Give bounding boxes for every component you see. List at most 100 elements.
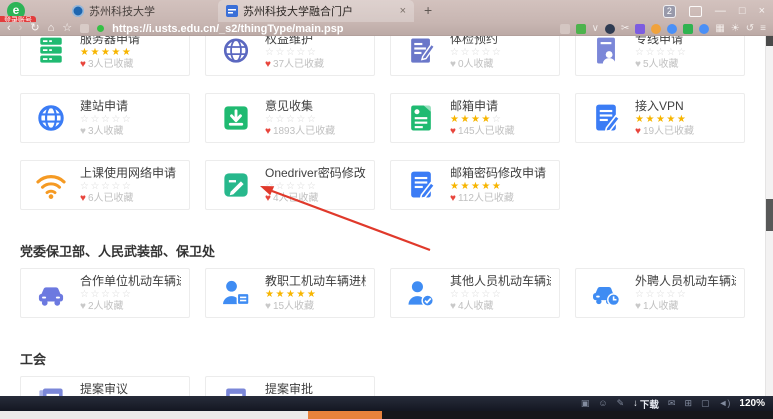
url-text[interactable]: https://i.usts.edu.cn/_s2/thingType/main… bbox=[112, 23, 343, 35]
heart-icon[interactable]: ♥ bbox=[265, 301, 271, 312]
tab-count-badge[interactable]: 2 bbox=[663, 5, 676, 18]
service-card[interactable]: 外聘人员机动车辆进...☆☆☆☆☆♥1人收藏 bbox=[575, 268, 745, 318]
star-rating[interactable]: ☆☆☆☆☆ bbox=[635, 47, 687, 58]
star-filled-icon: ★ bbox=[307, 289, 317, 300]
extension-chip-icon[interactable] bbox=[560, 24, 570, 34]
account-circle-icon[interactable] bbox=[605, 24, 615, 34]
collection-box-icon[interactable] bbox=[689, 6, 702, 17]
service-card[interactable]: 提案审议★★★★★♥ bbox=[20, 376, 190, 396]
star-rating[interactable]: ★★★★★ bbox=[635, 114, 694, 125]
adblock-icon[interactable] bbox=[699, 24, 709, 34]
multi-window-icon[interactable]: ⊞ bbox=[684, 396, 692, 411]
service-card[interactable]: 其他人员机动车辆进...☆☆☆☆☆♥4人收藏 bbox=[390, 268, 560, 318]
heart-icon[interactable]: ♥ bbox=[80, 301, 86, 312]
heart-icon[interactable]: ♥ bbox=[265, 59, 271, 70]
star-filled-icon: ★ bbox=[645, 114, 655, 125]
service-card[interactable]: 体检预约☆☆☆☆☆♥0人收藏 bbox=[390, 36, 560, 76]
speaker-icon[interactable]: ◄) bbox=[719, 396, 731, 411]
star-rating[interactable]: ☆☆☆☆☆ bbox=[450, 47, 502, 58]
fullscreen-icon[interactable]: ▢ bbox=[701, 396, 710, 411]
tab-usts-home[interactable]: 苏州科技大学 bbox=[64, 0, 210, 22]
scrollbar[interactable] bbox=[765, 36, 773, 396]
star-rating[interactable]: ☆☆☆☆☆ bbox=[80, 181, 176, 192]
star-rating[interactable]: ★★★★★ bbox=[80, 47, 140, 58]
feedback-smiley-icon[interactable]: ☺ bbox=[598, 396, 607, 411]
theme-sun-icon[interactable]: ☀ bbox=[731, 23, 740, 35]
new-tab-button[interactable]: + bbox=[424, 2, 432, 18]
star-rating[interactable]: ☆☆☆☆☆ bbox=[265, 181, 366, 192]
scroll-up-arrow[interactable] bbox=[766, 36, 773, 46]
service-card[interactable]: 合作单位机动车辆进...☆☆☆☆☆♥2人收藏 bbox=[20, 268, 190, 318]
service-card[interactable]: 邮箱密码修改申请★★★★★♥112人已收藏 bbox=[390, 160, 560, 210]
heart-icon[interactable]: ♥ bbox=[80, 59, 86, 70]
taskbar-active-app-segment[interactable] bbox=[308, 411, 382, 419]
heart-icon[interactable]: ♥ bbox=[635, 301, 641, 312]
heart-icon[interactable]: ♥ bbox=[450, 301, 456, 312]
taskbar-strip bbox=[0, 411, 773, 419]
star-rating[interactable]: ★★★★☆ bbox=[450, 114, 515, 125]
heart-icon[interactable]: ♥ bbox=[635, 126, 641, 137]
heart-icon[interactable]: ♥ bbox=[80, 126, 86, 137]
history-undo-icon[interactable]: ↺ bbox=[746, 23, 754, 35]
star-rating[interactable]: ★★★★★ bbox=[450, 181, 546, 192]
menu-icon[interactable]: ≡ bbox=[760, 23, 766, 35]
star-empty-icon: ☆ bbox=[645, 289, 655, 300]
zoom-level[interactable]: 120% bbox=[739, 398, 765, 409]
star-rating[interactable]: ☆☆☆☆☆ bbox=[265, 47, 324, 58]
heart-icon[interactable]: ♥ bbox=[450, 59, 456, 70]
points-icon[interactable] bbox=[651, 24, 661, 34]
service-card[interactable]: 邮箱申请★★★★☆♥145人已收藏 bbox=[390, 93, 560, 143]
refresh-icon[interactable]: ↻ bbox=[30, 22, 39, 35]
star-rating[interactable]: ☆☆☆☆☆ bbox=[635, 289, 736, 300]
sync-dot-icon[interactable] bbox=[667, 24, 677, 34]
close-button[interactable]: × bbox=[759, 0, 765, 22]
service-card[interactable]: 服务器申请★★★★★♥3人已收藏 bbox=[20, 36, 190, 76]
card-title: 教职工机动车辆进校... bbox=[265, 274, 366, 288]
star-empty-icon: ☆ bbox=[275, 114, 285, 125]
star-rating[interactable]: ☆☆☆☆☆ bbox=[450, 289, 551, 300]
plant-icon[interactable] bbox=[576, 24, 586, 34]
star-rating[interactable]: ★★★★★ bbox=[265, 289, 366, 300]
service-card[interactable]: 教职工机动车辆进校...★★★★★♥15人收藏 bbox=[205, 268, 375, 318]
scrollbar-thumb[interactable] bbox=[766, 199, 773, 231]
favorite-count: ♥112人已收藏 bbox=[450, 193, 546, 205]
service-card[interactable]: 上课使用网络申请☆☆☆☆☆♥6人已收藏 bbox=[20, 160, 190, 210]
heart-icon[interactable]: ♥ bbox=[80, 193, 86, 204]
forward-icon[interactable]: › bbox=[19, 22, 23, 35]
service-card[interactable]: 接入VPN★★★★★♥19人已收藏 bbox=[575, 93, 745, 143]
mail-icon[interactable]: ✉ bbox=[668, 396, 676, 411]
wechat-icon[interactable] bbox=[683, 24, 693, 34]
download-icon[interactable]: ↓下载 bbox=[633, 397, 659, 411]
heart-icon[interactable]: ♥ bbox=[450, 126, 456, 137]
heart-icon[interactable]: ♥ bbox=[265, 126, 271, 137]
bookmark-star-icon[interactable]: ☆ bbox=[62, 22, 72, 35]
service-card[interactable]: 专线申请☆☆☆☆☆♥5人收藏 bbox=[575, 36, 745, 76]
star-empty-icon: ☆ bbox=[666, 47, 676, 58]
maximize-button[interactable]: □ bbox=[739, 0, 746, 22]
star-rating[interactable]: ☆☆☆☆☆ bbox=[80, 114, 132, 125]
screenshot-scissors-icon[interactable]: ✂ bbox=[621, 23, 629, 35]
service-card[interactable]: 权益维护☆☆☆☆☆♥37人已收藏 bbox=[205, 36, 375, 76]
panel-grid-icon[interactable]: ▣ bbox=[581, 396, 590, 411]
heart-icon[interactable]: ♥ bbox=[265, 193, 271, 204]
star-rating[interactable]: ☆☆☆☆☆ bbox=[265, 114, 335, 125]
tab-close-icon[interactable]: × bbox=[400, 5, 406, 17]
service-card[interactable]: 提案审批☆☆☆☆☆♥ bbox=[205, 376, 375, 396]
star-empty-icon: ☆ bbox=[656, 47, 666, 58]
tab-usts-portal[interactable]: 苏州科技大学融合门户 × bbox=[218, 0, 414, 22]
apps-grid-icon[interactable]: ▦ bbox=[715, 23, 724, 35]
back-icon[interactable]: ‹ bbox=[7, 22, 11, 35]
heart-icon[interactable]: ♥ bbox=[635, 59, 641, 70]
minimize-button[interactable]: — bbox=[715, 0, 726, 22]
home-icon[interactable]: ⌂ bbox=[48, 22, 55, 35]
doc-person-icon bbox=[589, 36, 623, 68]
heart-icon[interactable]: ♥ bbox=[450, 193, 456, 204]
chevron-down-icon[interactable]: ∨ bbox=[592, 23, 599, 35]
star-rating[interactable]: ☆☆☆☆☆ bbox=[80, 289, 181, 300]
logo-letter: e bbox=[13, 3, 20, 17]
quick-edit-icon[interactable]: ✎ bbox=[617, 396, 625, 411]
notes-icon[interactable] bbox=[635, 24, 645, 34]
service-card[interactable]: Onedriver密码修改...☆☆☆☆☆♥4人已收藏 bbox=[205, 160, 375, 210]
service-card[interactable]: 建站申请☆☆☆☆☆♥3人收藏 bbox=[20, 93, 190, 143]
service-card[interactable]: 意见收集☆☆☆☆☆♥1893人已收藏 bbox=[205, 93, 375, 143]
